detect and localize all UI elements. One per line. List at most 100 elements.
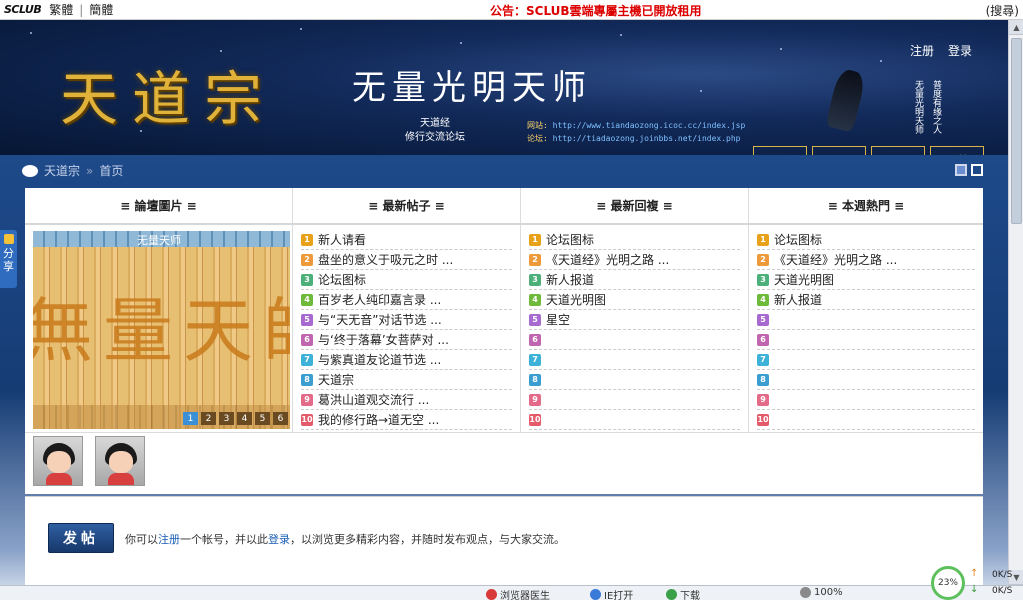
list-item[interactable]: 5 与“天无音”对话节选 ... — [301, 310, 512, 330]
narrow-view-icon[interactable] — [955, 164, 967, 176]
avatar[interactable] — [95, 436, 145, 486]
list-item-title[interactable]: 《天道经》光明之路 ... — [546, 251, 669, 268]
register-message-middle: 一个帐号，并以此 — [180, 533, 268, 546]
slide-page-4[interactable]: 4 — [237, 412, 252, 425]
register-link-inline[interactable]: 注册 — [158, 533, 180, 546]
search-link[interactable]: (搜尋) — [986, 2, 1019, 19]
list-item-title[interactable]: 论坛图标 — [546, 231, 594, 248]
list-item[interactable]: 1 论坛图标 — [757, 230, 975, 250]
top-strip: SCLUB 繁體 | 簡體 公告：SCLUB雲端專屬主機已開放租用 (搜尋) — [0, 0, 1023, 20]
list-item[interactable]: 2 《天道经》光明之路 ... — [529, 250, 740, 270]
share-tab[interactable]: 分 享 — [0, 230, 17, 288]
lang-traditional-link[interactable]: 繁體 — [49, 1, 73, 18]
register-link[interactable]: 注册 — [910, 42, 934, 59]
list-item-title[interactable]: 与‘终于落幕’女菩萨对 ... — [318, 331, 449, 348]
ie-open-item[interactable]: IE打开 — [590, 587, 633, 600]
new-post-button[interactable]: 发帖 — [48, 523, 114, 553]
rank-badge-icon: 6 — [757, 333, 769, 346]
list-item-title[interactable]: 与“天无音”对话节选 ... — [318, 311, 442, 328]
url-forum: http://tiadaozong.joinbbs.net/index.php — [552, 134, 741, 143]
list-item[interactable]: 4 天道光明图 — [529, 290, 740, 310]
nav-help[interactable]: 帮助 — [871, 146, 925, 155]
rank-badge-icon: 9 — [757, 393, 769, 406]
list-item[interactable]: 7 与紫真道友论道节选 ... — [301, 350, 512, 370]
rank-badge-icon: 10 — [301, 413, 313, 426]
vertical-poem-2: 普度有缘之人 — [931, 80, 941, 134]
list-item: 10 — [529, 410, 740, 430]
lang-simplified-link[interactable]: 簡體 — [89, 1, 113, 18]
download-item[interactable]: 下载 — [666, 587, 700, 600]
list-item-title[interactable]: 我的修行路→道无空 ... — [318, 411, 439, 428]
breadcrumb: 天道宗 » 首页 — [22, 162, 123, 179]
site-subtitle: 天道经 修行交流论坛 — [405, 117, 465, 145]
zoom-item[interactable]: 100% — [800, 587, 843, 598]
image-slideshow[interactable]: 无量天师 無量天師 1 2 3 4 5 6 — [33, 231, 290, 429]
list-item-title[interactable]: 论坛图标 — [774, 231, 822, 248]
forum-images-column: 无量天师 無量天師 1 2 3 4 5 6 — [25, 225, 293, 432]
rank-badge-icon: 9 — [529, 393, 541, 406]
memory-gauge[interactable]: 23% — [931, 566, 965, 600]
list-item-title[interactable]: 天道光明图 — [774, 271, 834, 288]
list-item-title[interactable]: 葛洪山道观交流行 ... — [318, 391, 429, 408]
header-user-links: 注册 登录 — [910, 42, 972, 59]
slide-page-5[interactable]: 5 — [255, 412, 270, 425]
list-item[interactable]: 1 新人请看 — [301, 230, 512, 250]
rank-badge-icon: 7 — [529, 353, 541, 366]
list-item[interactable]: 3 论坛图标 — [301, 270, 512, 290]
list-item-title[interactable]: 百岁老人纯印嘉言录 ... — [318, 291, 441, 308]
list-item[interactable]: 5 星空 — [529, 310, 740, 330]
sclub-logo[interactable]: SCLUB — [4, 3, 42, 16]
rank-badge-icon: 9 — [301, 393, 313, 406]
member-avatars — [25, 433, 983, 486]
site-logo[interactable]: 天道宗 — [60, 52, 276, 136]
nav-search[interactable]: 搜索 — [812, 146, 866, 155]
list-item[interactable]: 4 百岁老人纯印嘉言录 ... — [301, 290, 512, 310]
scroll-thumb[interactable] — [1011, 38, 1022, 224]
list-item[interactable]: 4 新人报道 — [757, 290, 975, 310]
list-item-title[interactable]: 新人请看 — [318, 231, 366, 248]
nav-forum[interactable]: 论坛 — [753, 146, 807, 155]
list-item[interactable]: 8 天道宗 — [301, 370, 512, 390]
rank-badge-icon: 8 — [529, 373, 541, 386]
login-link[interactable]: 登录 — [948, 42, 972, 59]
wide-view-icon[interactable] — [971, 164, 983, 176]
slideshow-caption[interactable]: 无量天师 — [137, 232, 181, 248]
avatar[interactable] — [33, 436, 83, 486]
list-item[interactable]: 3 天道光明图 — [757, 270, 975, 290]
list-item[interactable]: 10 我的修行路→道无空 ... — [301, 410, 512, 430]
list-item-title[interactable]: 论坛图标 — [318, 271, 366, 288]
list-item: 7 — [529, 350, 740, 370]
scroll-up-icon[interactable]: ▲ — [1009, 20, 1023, 35]
list-item[interactable]: 2 《天道经》光明之路 ... — [757, 250, 975, 270]
download-label: 下载 — [680, 591, 700, 600]
slide-page-6[interactable]: 6 — [273, 412, 288, 425]
slide-page-3[interactable]: 3 — [219, 412, 234, 425]
list-item-title[interactable]: 星空 — [546, 311, 570, 328]
list-item-title[interactable]: 新人报道 — [546, 271, 594, 288]
browser-doctor-item[interactable]: 浏览器医生 — [486, 587, 550, 600]
breadcrumb-site[interactable]: 天道宗 — [44, 162, 80, 179]
list-item-title[interactable]: 与紫真道友论道节选 ... — [318, 351, 441, 368]
download-arrow-icon: ↓ — [970, 584, 979, 595]
rank-badge-icon: 6 — [301, 333, 313, 346]
vertical-scrollbar[interactable]: ▲ ▼ — [1008, 20, 1023, 585]
list-item-title[interactable]: 新人报道 — [774, 291, 822, 308]
slide-page-1[interactable]: 1 — [183, 412, 198, 425]
list-item[interactable]: 1 论坛图标 — [529, 230, 740, 250]
slide-page-2[interactable]: 2 — [201, 412, 216, 425]
list-item[interactable]: 6 与‘终于落幕’女菩萨对 ... — [301, 330, 512, 350]
list-item[interactable]: 3 新人报道 — [529, 270, 740, 290]
list-item: 10 — [757, 410, 975, 430]
site-notice[interactable]: 公告：SCLUB雲端專屬主機已開放租用 — [490, 2, 702, 19]
rank-badge-icon: 5 — [529, 313, 541, 326]
list-item-title[interactable]: 天道宗 — [318, 371, 354, 388]
list-item[interactable]: 9 葛洪山道观交流行 ... — [301, 390, 512, 410]
list-item[interactable]: 2 盘坐的意义于吸元之时 ... — [301, 250, 512, 270]
list-item-title[interactable]: 天道光明图 — [546, 291, 606, 308]
list-item-title[interactable]: 《天道经》光明之路 ... — [774, 251, 897, 268]
list-item: 9 — [757, 390, 975, 410]
login-link-inline[interactable]: 登录 — [268, 533, 290, 546]
nav-navigation[interactable]: 导航 — [930, 146, 984, 155]
list-item-title[interactable]: 盘坐的意义于吸元之时 ... — [318, 251, 453, 268]
rank-badge-icon: 10 — [757, 413, 769, 426]
